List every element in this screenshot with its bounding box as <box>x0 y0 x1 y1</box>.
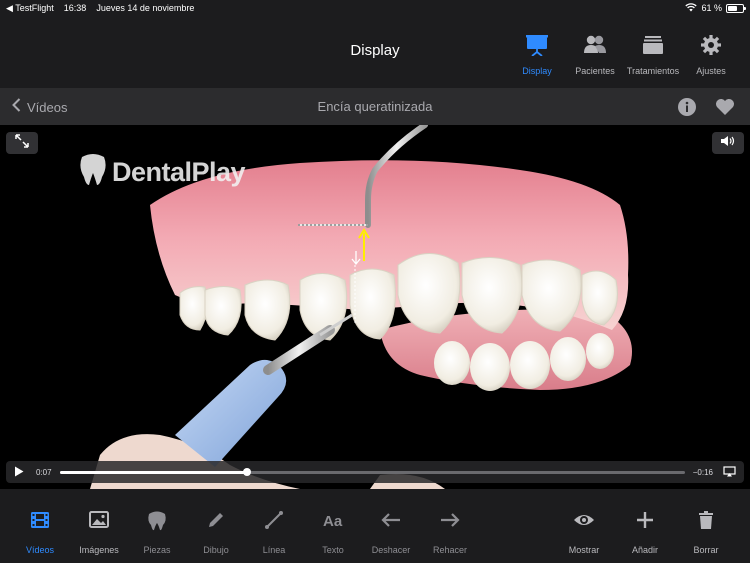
pencil-icon <box>205 509 227 536</box>
dentalplay-watermark: DentalPlay <box>78 153 246 192</box>
volume-button[interactable] <box>712 132 744 154</box>
tool-mostrar[interactable]: Mostrar <box>554 509 614 555</box>
presentation-icon <box>525 34 549 61</box>
tab-display-label: Display <box>522 66 552 76</box>
svg-text:Aa: Aa <box>323 513 343 530</box>
tab-tratamientos[interactable]: Tratamientos <box>624 34 682 76</box>
tooth-logo-icon <box>78 153 108 192</box>
tool-borrar-label: Borrar <box>693 545 719 555</box>
trash-icon <box>695 509 717 536</box>
status-date: Jueves 14 de noviembre <box>96 3 195 13</box>
tool-rehacer[interactable]: Rehacer <box>420 509 480 555</box>
status-time: 16:38 <box>63 3 87 13</box>
stack-icon <box>641 34 665 61</box>
tab-tratamientos-label: Tratamientos <box>626 66 680 76</box>
tab-ajustes-label: Ajustes <box>696 66 726 76</box>
tool-piezas[interactable]: Piezas <box>127 509 187 555</box>
text-icon: Aa <box>322 509 344 536</box>
progress-slider[interactable] <box>59 467 685 476</box>
tool-videos-label: Vídeos <box>25 545 55 555</box>
progress-played <box>59 470 248 474</box>
line-icon <box>263 509 285 536</box>
airplay-icon[interactable] <box>723 465 736 479</box>
battery-fill <box>728 5 737 11</box>
info-icon[interactable] <box>676 96 698 118</box>
bottom-toolbar: Vídeos Imágenes Piezas Dibujo Línea Aa T… <box>0 489 750 563</box>
remaining-time: −0:16 <box>692 467 713 477</box>
eye-icon <box>573 509 595 536</box>
wifi-icon <box>685 2 698 14</box>
gear-icon <box>699 34 723 61</box>
tool-piezas-label: Piezas <box>143 545 171 555</box>
tab-display[interactable]: Display <box>508 34 566 76</box>
watermark-text: DentalPlay <box>112 157 246 187</box>
tool-texto-label: Texto <box>322 545 344 555</box>
tab-pacientes-label: Pacientes <box>575 66 615 76</box>
video-title: Encía queratinizada <box>317 99 433 114</box>
tool-texto[interactable]: Aa Texto <box>303 509 363 555</box>
play-button[interactable] <box>14 466 24 479</box>
tooth-icon <box>146 509 168 536</box>
tool-linea[interactable]: Línea <box>244 509 304 555</box>
plus-icon <box>634 509 656 536</box>
chevron-left-icon <box>12 98 21 117</box>
elapsed-time: 0:07 <box>36 467 52 477</box>
tool-mostrar-label: Mostrar <box>568 545 600 555</box>
back-label: Vídeos <box>27 100 68 115</box>
arrow-left-icon <box>380 509 402 536</box>
tool-deshacer-label: Deshacer <box>371 545 411 555</box>
battery-icon <box>726 3 746 13</box>
film-icon <box>29 509 51 536</box>
status-bar: ◀ TestFlight 16:38 Jueves 14 de noviembr… <box>0 0 750 16</box>
image-icon <box>88 509 110 536</box>
top-nav: Display Display Pacientes Tratamientos A… <box>0 16 750 88</box>
tool-anadir[interactable]: Añadir <box>615 509 675 555</box>
tool-rehacer-label: Rehacer <box>432 545 468 555</box>
playback-controls: 0:07 −0:16 <box>6 461 744 483</box>
heart-icon[interactable] <box>714 96 736 118</box>
video-player[interactable]: DentalPlay 0:07 −0:16 <box>0 125 750 489</box>
people-icon <box>583 34 607 61</box>
back-to-app-link[interactable]: ◀ TestFlight <box>6 3 54 14</box>
battery-percent: 61 % <box>701 3 722 13</box>
back-button[interactable]: Vídeos <box>12 98 67 117</box>
arrow-right-icon <box>439 509 461 536</box>
tool-linea-label: Línea <box>262 545 286 555</box>
expand-icon <box>15 133 29 153</box>
tool-borrar[interactable]: Borrar <box>676 509 736 555</box>
speaker-icon <box>720 134 736 152</box>
sub-nav: Vídeos Encía queratinizada <box>0 88 750 125</box>
tool-deshacer[interactable]: Deshacer <box>361 509 421 555</box>
tab-ajustes[interactable]: Ajustes <box>682 34 740 76</box>
tool-imagenes[interactable]: Imágenes <box>69 509 129 555</box>
tool-dibujo-label: Dibujo <box>203 545 229 555</box>
main-tabs: Display Pacientes Tratamientos Ajustes <box>508 34 740 76</box>
tool-anadir-label: Añadir <box>631 545 658 555</box>
tool-videos[interactable]: Vídeos <box>10 509 70 555</box>
tool-dibujo[interactable]: Dibujo <box>186 509 246 555</box>
tab-pacientes[interactable]: Pacientes <box>566 34 624 76</box>
progress-knob[interactable] <box>243 467 252 476</box>
fullscreen-button[interactable] <box>6 132 38 154</box>
tool-imagenes-label: Imágenes <box>79 545 119 555</box>
